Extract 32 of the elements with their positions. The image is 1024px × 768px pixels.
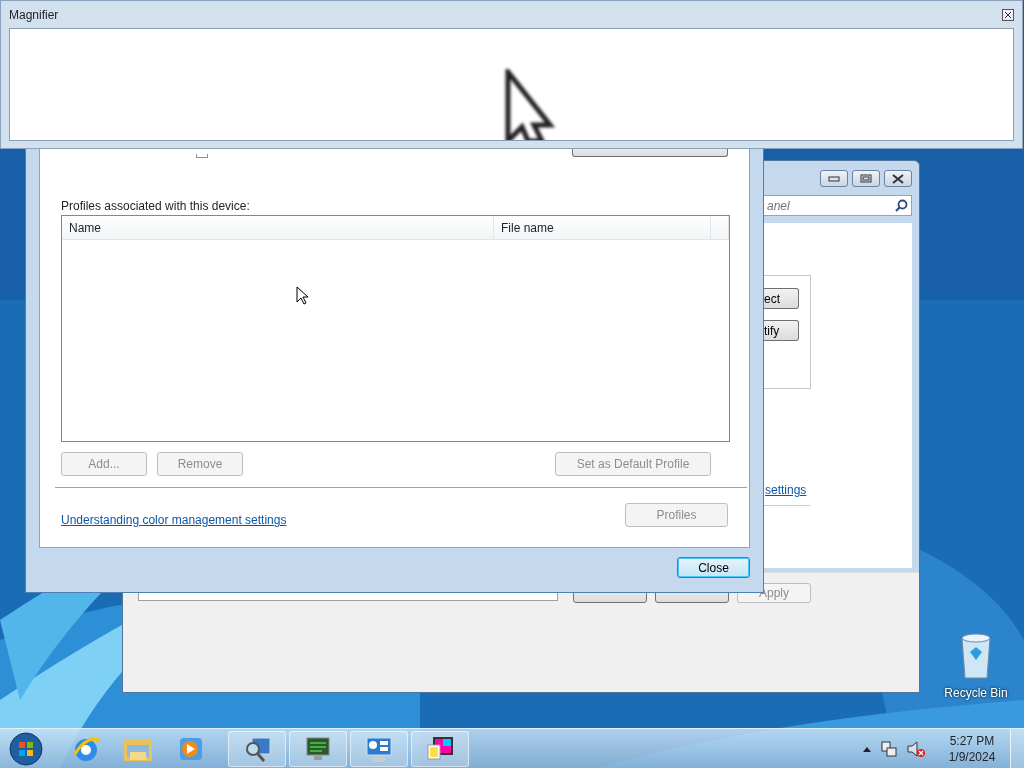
start-orb-icon [8,730,44,767]
help-link[interactable]: Understanding color management settings [61,511,287,529]
close-icon [892,173,904,184]
window-title: Magnifier [9,6,59,24]
dialog-button[interactable]: ect [762,288,799,309]
close-icon[interactable] [1002,8,1014,21]
taskbar-button[interactable] [228,730,286,767]
search-field[interactable]: anel [762,195,912,216]
clock[interactable]: 5:27 PM 1/9/2024 [942,732,1002,765]
close-button[interactable] [884,170,912,187]
color-monitor-icon [425,734,455,763]
speaker-muted-icon[interactable] [906,739,926,758]
column-header[interactable]: Name [62,216,494,239]
icon-label[interactable]: Recycle Bin [944,684,1008,702]
control-panel-icon [364,734,394,763]
taskbar-button[interactable] [411,730,469,767]
checkbox-edge[interactable] [196,153,208,158]
settings-link[interactable]: settings [765,481,807,499]
minimize-button[interactable] [820,170,848,187]
close-button[interactable]: Close [677,557,750,579]
clock-time: 5:27 PM [949,732,995,749]
clock-date: 1/9/2024 [948,748,996,765]
taskbar-button[interactable] [289,730,347,767]
network-icon[interactable] [880,739,898,758]
field-label: Profiles associated with this device: [61,198,251,213]
monitor-icon [303,734,333,763]
mouse-cursor-icon [296,286,308,305]
column-header[interactable]: File name [494,216,711,239]
search-icon [894,199,908,213]
dialog-button[interactable]: tify [762,320,799,341]
minimize-icon [828,175,840,182]
maximize-icon [860,174,872,183]
